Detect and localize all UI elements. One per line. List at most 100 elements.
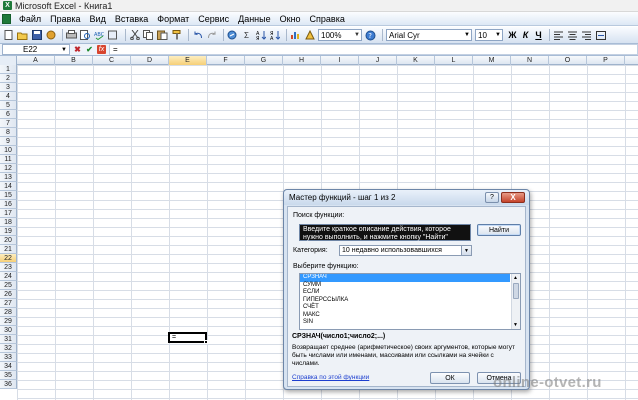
font-name-select[interactable]: Arial Cyr ▼ (386, 29, 472, 41)
dialog-title-bar[interactable]: Мастер функций - шаг 1 из 2 ? X (284, 190, 529, 205)
row-header-7[interactable]: 7 (0, 119, 17, 128)
dialog-help-button[interactable]: ? (485, 192, 499, 203)
row-header-36[interactable]: 36 (0, 380, 17, 389)
row-header-3[interactable]: 3 (0, 83, 17, 92)
row-header-23[interactable]: 23 (0, 263, 17, 272)
open-folder-icon[interactable] (17, 30, 28, 41)
row-header-14[interactable]: 14 (0, 182, 17, 191)
dialog-close-button[interactable]: X (501, 192, 525, 203)
row-header-6[interactable]: 6 (0, 110, 17, 119)
research-icon[interactable] (108, 30, 119, 41)
fill-handle[interactable] (204, 340, 208, 344)
sort-descending-icon[interactable]: ЯA (269, 30, 280, 41)
row-header-29[interactable]: 29 (0, 317, 17, 326)
category-select[interactable]: 10 недавно использовавшихся ▼ (339, 245, 472, 256)
sort-ascending-icon[interactable]: AЯ (255, 30, 266, 41)
chart-wizard-icon[interactable] (290, 30, 301, 41)
active-cell-e22[interactable]: = (168, 332, 208, 344)
function-help-link[interactable]: Справка по этой функции (292, 374, 369, 381)
row-header-11[interactable]: 11 (0, 155, 17, 164)
column-header-c[interactable]: C (93, 56, 131, 65)
column-header-n[interactable]: N (511, 56, 549, 65)
print-preview-icon[interactable] (80, 30, 91, 41)
row-header-35[interactable]: 35 (0, 371, 17, 380)
format-painter-icon[interactable] (171, 30, 182, 41)
paste-icon[interactable] (157, 30, 168, 41)
column-header-p[interactable]: P (587, 56, 625, 65)
insert-function-icon[interactable]: fx (97, 45, 106, 54)
row-header-31[interactable]: 31 (0, 335, 17, 344)
align-left-icon[interactable] (553, 30, 564, 41)
italic-button[interactable]: К (520, 30, 531, 41)
row-header-8[interactable]: 8 (0, 128, 17, 137)
function-item-maks[interactable]: МАКС (300, 312, 510, 320)
zoom-select[interactable]: 100% ▼ (318, 29, 362, 41)
hyperlink-icon[interactable] (227, 30, 238, 41)
row-header-10[interactable]: 10 (0, 146, 17, 155)
menu-format[interactable]: Формат (157, 14, 189, 24)
underline-button[interactable]: Ч (533, 30, 544, 41)
row-header-28[interactable]: 28 (0, 308, 17, 317)
copy-icon[interactable] (143, 30, 154, 41)
scroll-down-icon[interactable]: ▼ (513, 322, 518, 328)
column-header-i[interactable]: I (321, 56, 359, 65)
permission-icon[interactable] (45, 30, 56, 41)
function-item-esli[interactable]: ЕСЛИ (300, 289, 510, 297)
find-button[interactable]: Найти (477, 224, 521, 236)
row-header-19[interactable]: 19 (0, 227, 17, 236)
column-header-o[interactable]: O (549, 56, 587, 65)
row-header-9[interactable]: 9 (0, 137, 17, 146)
row-header-4[interactable]: 4 (0, 92, 17, 101)
function-item-schet[interactable]: СЧЁТ (300, 304, 510, 312)
row-header-2[interactable]: 2 (0, 74, 17, 83)
row-header-33[interactable]: 33 (0, 353, 17, 362)
scroll-up-icon[interactable]: ▲ (513, 275, 518, 281)
function-list-scrollbar[interactable]: ▲ ▼ (511, 274, 520, 329)
column-header-h[interactable]: H (283, 56, 321, 65)
formula-input[interactable]: = (109, 44, 638, 55)
cancel-entry-icon[interactable]: ✖ (73, 45, 82, 54)
menu-window[interactable]: Окно (280, 14, 301, 24)
row-header-32[interactable]: 32 (0, 344, 17, 353)
column-header-m[interactable]: M (473, 56, 511, 65)
row-header-25[interactable]: 25 (0, 281, 17, 290)
column-header-a[interactable]: A (17, 56, 55, 65)
column-header-k[interactable]: K (397, 56, 435, 65)
function-item-hyperlink[interactable]: ГИПЕРССЫЛКА (300, 297, 510, 305)
ok-button[interactable]: ОК (430, 372, 470, 384)
scrollbar-thumb[interactable] (513, 283, 519, 299)
row-header-5[interactable]: 5 (0, 101, 17, 110)
row-header-12[interactable]: 12 (0, 164, 17, 173)
name-box[interactable]: E22 ▼ (2, 44, 70, 55)
align-center-icon[interactable] (567, 30, 578, 41)
workbook-icon[interactable] (2, 13, 11, 24)
row-header-1[interactable]: 1 (0, 65, 17, 74)
menu-insert[interactable]: Вставка (115, 14, 148, 24)
row-header-17[interactable]: 17 (0, 209, 17, 218)
autosum-icon[interactable]: Σ (241, 30, 252, 41)
row-header-13[interactable]: 13 (0, 173, 17, 182)
row-header-26[interactable]: 26 (0, 290, 17, 299)
merge-center-icon[interactable] (595, 30, 606, 41)
column-header-j[interactable]: J (359, 56, 397, 65)
menu-help[interactable]: Справка (310, 14, 345, 24)
row-header-18[interactable]: 18 (0, 218, 17, 227)
save-icon[interactable] (31, 30, 42, 41)
row-header-16[interactable]: 16 (0, 200, 17, 209)
row-header-15[interactable]: 15 (0, 191, 17, 200)
print-icon[interactable] (66, 30, 77, 41)
confirm-entry-icon[interactable]: ✔ (85, 45, 94, 54)
menu-file[interactable]: Файл (19, 14, 41, 24)
menu-tools[interactable]: Сервис (198, 14, 229, 24)
menu-data[interactable]: Данные (238, 14, 271, 24)
row-header-21[interactable]: 21 (0, 245, 17, 254)
column-header-e[interactable]: E (169, 56, 207, 65)
bold-button[interactable]: Ж (507, 30, 518, 41)
search-function-input[interactable]: Введите краткое описание действия, котор… (299, 224, 471, 241)
column-header-g[interactable]: G (245, 56, 283, 65)
font-size-select[interactable]: 10 ▼ (475, 29, 503, 41)
new-document-icon[interactable] (3, 30, 14, 41)
cut-icon[interactable] (129, 30, 140, 41)
column-header-l[interactable]: L (435, 56, 473, 65)
undo-icon[interactable] (192, 30, 203, 41)
